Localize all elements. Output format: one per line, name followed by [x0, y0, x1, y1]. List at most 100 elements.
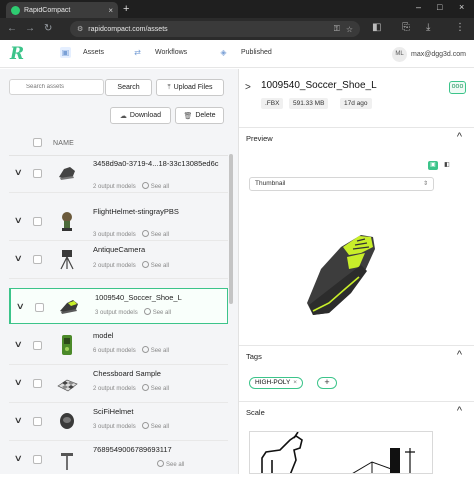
see-all-link[interactable]: See all: [143, 308, 171, 316]
select-all-checkbox[interactable]: [33, 138, 42, 147]
search-button-label: Search: [117, 84, 140, 91]
list-item-selected[interactable]: ∨ 1009540_Soccer_Shoe_L 3 output models S…: [9, 288, 228, 324]
preview-label: Preview: [246, 134, 273, 143]
site-info-icon[interactable]: ⚙: [77, 25, 83, 33]
tags-section-header[interactable]: Tags ^: [239, 345, 474, 365]
chevron-up-icon[interactable]: ^: [457, 349, 462, 361]
chevron-down-icon[interactable]: ∨: [14, 167, 23, 178]
list-item[interactable]: ∨ SciFiHelmet 3 output models See all: [9, 403, 228, 441]
see-all-link[interactable]: See all: [141, 261, 169, 269]
row-checkbox[interactable]: [33, 217, 42, 226]
nav-assets[interactable]: ▣ Assets: [60, 47, 104, 58]
list-scrollbar[interactable]: [229, 154, 233, 474]
see-all-text: See all: [150, 424, 170, 430]
upload-files-button[interactable]: ⤒ Upload Files: [156, 79, 224, 96]
asset-list-panel: ⌕ Search ⤒ Upload Files ☁ Download 🗑 Del…: [0, 69, 238, 474]
format-badge: .FBX: [261, 98, 284, 109]
trash-icon: 🗑: [183, 112, 193, 120]
asset-thumbnail: [62, 212, 72, 231]
key-icon[interactable]: ⚿: [334, 24, 340, 34]
column-name-header[interactable]: NAME: [53, 140, 74, 147]
see-all-link[interactable]: See all: [141, 384, 169, 392]
download-icon[interactable]: ⤓: [426, 22, 430, 33]
asset-thumbnail: [59, 167, 75, 180]
back-icon[interactable]: ←: [7, 23, 17, 35]
maximize-button[interactable]: □: [437, 2, 442, 12]
add-tag-button[interactable]: +: [317, 377, 337, 389]
url-bar[interactable]: ⚙ rapidcompact.com/assets ⚿ ☆: [70, 21, 360, 37]
download-button[interactable]: ☁ Download: [110, 107, 171, 124]
see-all-text: See all: [150, 348, 170, 354]
row-checkbox[interactable]: [33, 341, 42, 350]
search-button[interactable]: Search: [105, 79, 152, 96]
user-menu[interactable]: ML max@dgg3d.com: [392, 47, 466, 62]
see-all-link[interactable]: See all: [141, 422, 170, 430]
remove-tag-icon[interactable]: ×: [293, 379, 297, 386]
chevron-up-icon[interactable]: ^: [457, 405, 462, 417]
extensions-icon[interactable]: ◧: [372, 22, 381, 33]
row-checkbox[interactable]: [33, 379, 42, 388]
list-item[interactable]: ∨ Chessboard Sample 2 output models See a…: [9, 365, 228, 403]
asset-output-count: 2 output models See all: [93, 384, 169, 392]
asset-thumbnail: [57, 379, 78, 392]
preview-section-header[interactable]: Preview ^: [239, 127, 474, 147]
list-item[interactable]: ∨ FlightHelmet-stingrayPBS 3 output mode…: [9, 203, 228, 241]
see-all-link[interactable]: See all: [141, 182, 169, 190]
row-checkbox[interactable]: [33, 455, 42, 464]
minimize-button[interactable]: –: [416, 2, 421, 12]
more-options-button[interactable]: ooo: [449, 81, 466, 94]
nav-published[interactable]: ◈ Published: [218, 47, 271, 58]
row-checkbox[interactable]: [33, 169, 42, 178]
delete-button[interactable]: 🗑 Delete: [175, 107, 224, 124]
3d-view-icon[interactable]: ◧: [442, 161, 452, 170]
tag-chip[interactable]: HIGH-POLY ×: [249, 377, 304, 389]
shoe-preview-image[interactable]: [299, 229, 381, 319]
image-view-icon[interactable]: ▣: [428, 161, 438, 170]
reload-icon[interactable]: ↻: [44, 23, 52, 35]
tag-label: HIGH-POLY: [255, 379, 291, 386]
scale-section-header[interactable]: Scale ^: [239, 401, 474, 421]
view-mode-select[interactable]: Thumbnail ⇕: [249, 177, 434, 191]
asset-thumbnail: [61, 453, 73, 470]
new-tab-button[interactable]: +: [123, 2, 129, 16]
chevron-down-icon[interactable]: ∨: [14, 453, 23, 464]
collapse-detail-icon[interactable]: >: [245, 82, 251, 93]
chevron-down-icon[interactable]: ∨: [14, 253, 23, 264]
chevron-down-icon[interactable]: ∨: [14, 215, 23, 226]
user-email: max@dgg3d.com: [411, 51, 466, 58]
eye-icon: [141, 230, 149, 237]
chevron-down-icon[interactable]: ∨: [16, 301, 25, 312]
nav-workflows[interactable]: ⇄ Workflows: [132, 47, 187, 58]
menu-icon[interactable]: ⋮: [455, 22, 465, 33]
chevron-down-icon[interactable]: ∨: [14, 339, 23, 350]
row-checkbox[interactable]: [33, 255, 42, 264]
see-all-link[interactable]: See all: [141, 346, 170, 354]
tab-close-icon[interactable]: ×: [108, 6, 113, 15]
age-badge: 17d ago: [340, 98, 372, 109]
asset-title: SciFiHelmet: [93, 407, 134, 416]
close-window-button[interactable]: ×: [459, 2, 464, 12]
browser-tab[interactable]: RapidCompact ×: [6, 2, 118, 18]
chevron-down-icon[interactable]: ∨: [14, 377, 23, 388]
tags-label: Tags: [246, 352, 262, 361]
rapidcompact-logo[interactable]: R: [10, 44, 24, 64]
see-all-link[interactable]: See all: [141, 230, 169, 238]
list-item[interactable]: ∨ 3458d9a0-3719-4...18-33c13085ed6c 2 ou…: [9, 155, 228, 193]
chevron-up-icon[interactable]: ^: [457, 131, 462, 143]
row-checkbox[interactable]: [33, 417, 42, 426]
list-item[interactable]: ∨ 7689549006789693117 See all: [9, 441, 228, 479]
scrollbar-thumb[interactable]: [229, 154, 233, 304]
output-models-text: 3 output models: [93, 424, 136, 430]
see-all-link[interactable]: See all: [157, 460, 184, 468]
list-item[interactable]: ∨ model 6 output models See all: [9, 327, 228, 365]
chevron-down-icon[interactable]: ∨: [14, 415, 23, 426]
asset-output-count: 2 output models See all: [93, 182, 169, 190]
asset-output-count: 2 output models See all: [93, 261, 169, 269]
favicon-icon: [11, 5, 20, 15]
search-input[interactable]: [9, 79, 104, 95]
screenshot-icon[interactable]: ⎘: [402, 22, 410, 33]
bookmark-icon[interactable]: ☆: [346, 25, 353, 34]
row-checkbox[interactable]: [35, 303, 44, 312]
forward-icon[interactable]: →: [25, 23, 35, 35]
list-item[interactable]: ∨ AntiqueCamera 2 output models See all: [9, 241, 228, 279]
